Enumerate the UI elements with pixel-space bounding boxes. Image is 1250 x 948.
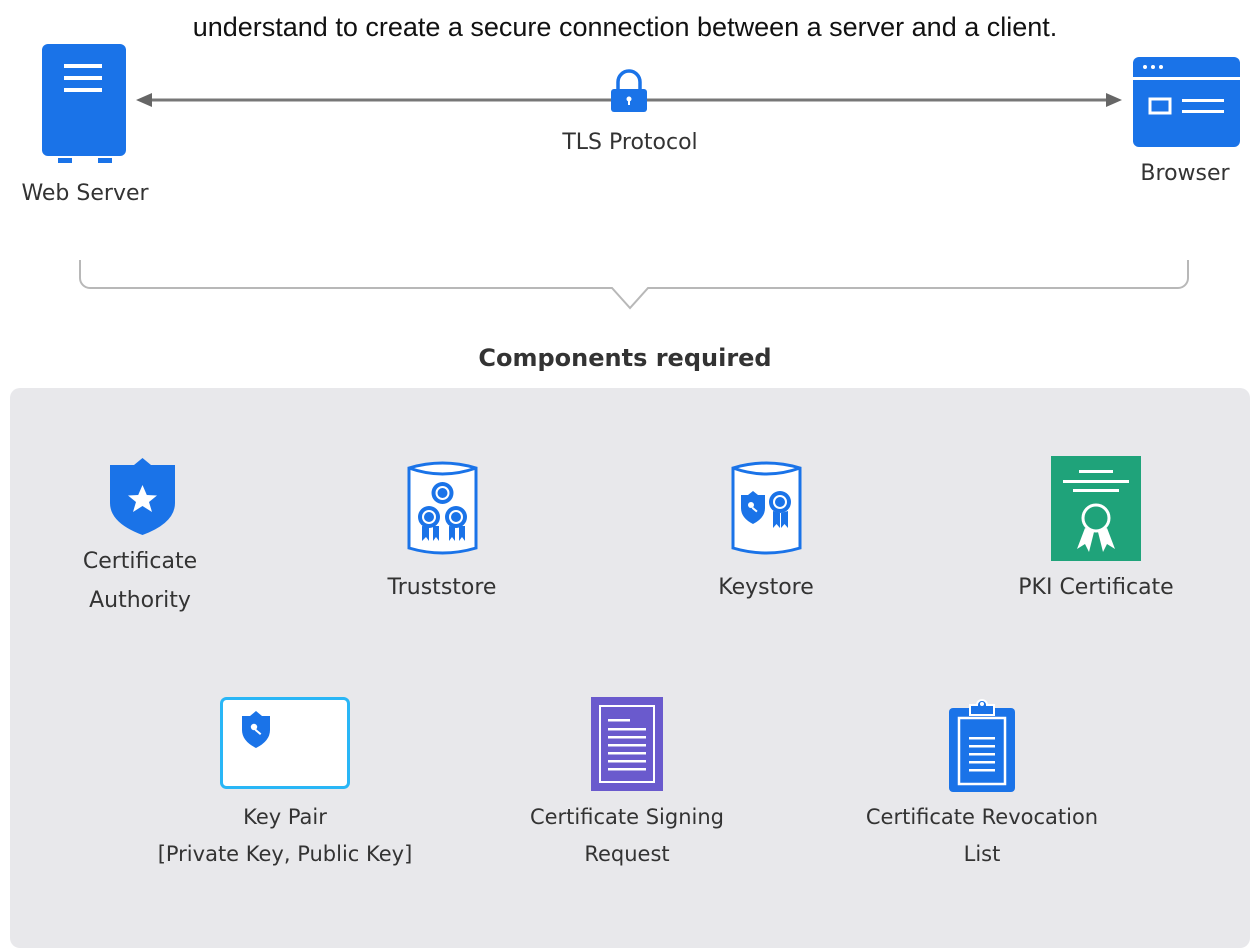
browser-icon [1133,57,1240,147]
component-crl-line1: Certificate Revocation [865,805,1099,829]
component-certificate-authority-line2: Authority [89,588,191,613]
component-keystore-label: Keystore [718,575,814,600]
component-csr-line2: Request [584,842,670,866]
shield-star-icon [110,458,175,535]
document-lines-icon [591,697,663,791]
clipboard-list-icon [949,699,1015,792]
certificate-document-icon [1051,456,1141,561]
browser-label: Browser [1140,161,1230,186]
component-key-pair-line1: Key Pair [243,805,327,829]
section-title: Components required [478,344,772,372]
web-server-label: Web Server [21,181,149,206]
component-certificate-authority-line1: Certificate [82,549,198,574]
key-pair-icon [220,697,350,789]
left-arrowhead [136,93,152,107]
tls-protocol-label: TLS Protocol [562,130,698,155]
lock-icon [611,69,647,112]
server-icon [42,44,126,163]
summary-brace [79,260,1189,310]
component-truststore-label: Truststore [387,575,497,600]
truststore-cylinder-icon [407,461,478,555]
connection-diagram [42,44,1240,310]
component-crl-line2: List [963,842,1001,866]
keystore-cylinder-icon [731,461,802,555]
right-arrowhead [1106,93,1122,107]
component-pki-certificate-label: PKI Certificate [1018,575,1174,600]
component-key-pair-line2: [Private Key, Public Key] [157,842,413,866]
component-csr-line1: Certificate Signing [529,805,725,829]
